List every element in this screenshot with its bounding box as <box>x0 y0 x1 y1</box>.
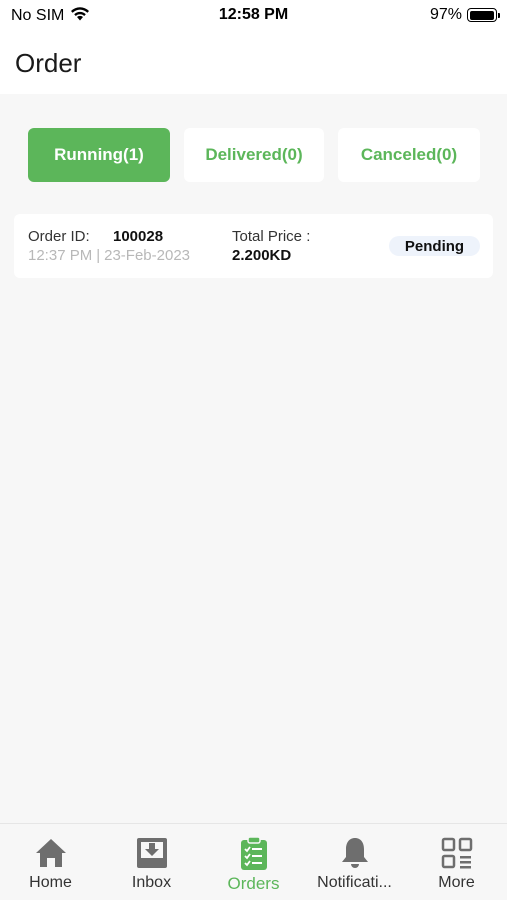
order-card[interactable]: Order ID: 100028 12:37 PM | 23-Feb-2023 … <box>14 214 493 278</box>
tab-running[interactable]: Running(1) <box>28 128 170 182</box>
battery-percent: 97% <box>429 6 462 23</box>
header: Order <box>0 32 507 94</box>
bell-icon <box>339 836 371 870</box>
battery-fill <box>469 10 494 20</box>
nav-inbox-label: Inbox <box>131 874 172 891</box>
status-bar: No SIM 12:58 PM 97% <box>0 0 507 32</box>
nav-more-label: More <box>438 874 475 891</box>
inbox-icon <box>135 836 169 870</box>
page-title: Order <box>15 48 82 78</box>
order-datetime-separator: | <box>96 247 101 264</box>
status-right: 97% <box>429 6 500 24</box>
nav-home-label: Home <box>29 874 72 891</box>
total-price-label: Total Price : <box>232 228 311 245</box>
nav-inbox[interactable]: Inbox <box>101 824 202 900</box>
battery-icon <box>467 8 500 22</box>
order-tabs: Running(1) Delivered(0) Canceled(0) <box>28 128 480 182</box>
tab-canceled[interactable]: Canceled(0) <box>338 128 480 182</box>
tab-delivered[interactable]: Delivered(0) <box>184 128 324 182</box>
nav-orders[interactable]: Orders <box>203 824 304 900</box>
bottom-nav: Home Inbox Orders Notificati... More <box>0 823 507 900</box>
nav-notifications-label: Notificati... <box>317 874 392 891</box>
home-icon <box>35 836 67 870</box>
nav-orders-label: Orders <box>227 874 280 893</box>
status-badge: Pending <box>389 236 480 256</box>
total-price-value: 2.200KD <box>232 247 292 264</box>
order-id-value: 100028 <box>113 228 164 245</box>
nav-more[interactable]: More <box>406 824 507 900</box>
orders-clipboard-icon <box>240 836 268 870</box>
order-time: 12:37 PM <box>28 247 93 264</box>
order-datetime: 12:37 PM | 23-Feb-2023 <box>28 247 190 264</box>
nav-notifications[interactable]: Notificati... <box>304 824 405 900</box>
order-id-label: Order ID: <box>28 228 90 245</box>
order-date: 23-Feb-2023 <box>104 247 191 264</box>
nav-home[interactable]: Home <box>0 824 101 900</box>
grid-icon <box>441 836 473 870</box>
